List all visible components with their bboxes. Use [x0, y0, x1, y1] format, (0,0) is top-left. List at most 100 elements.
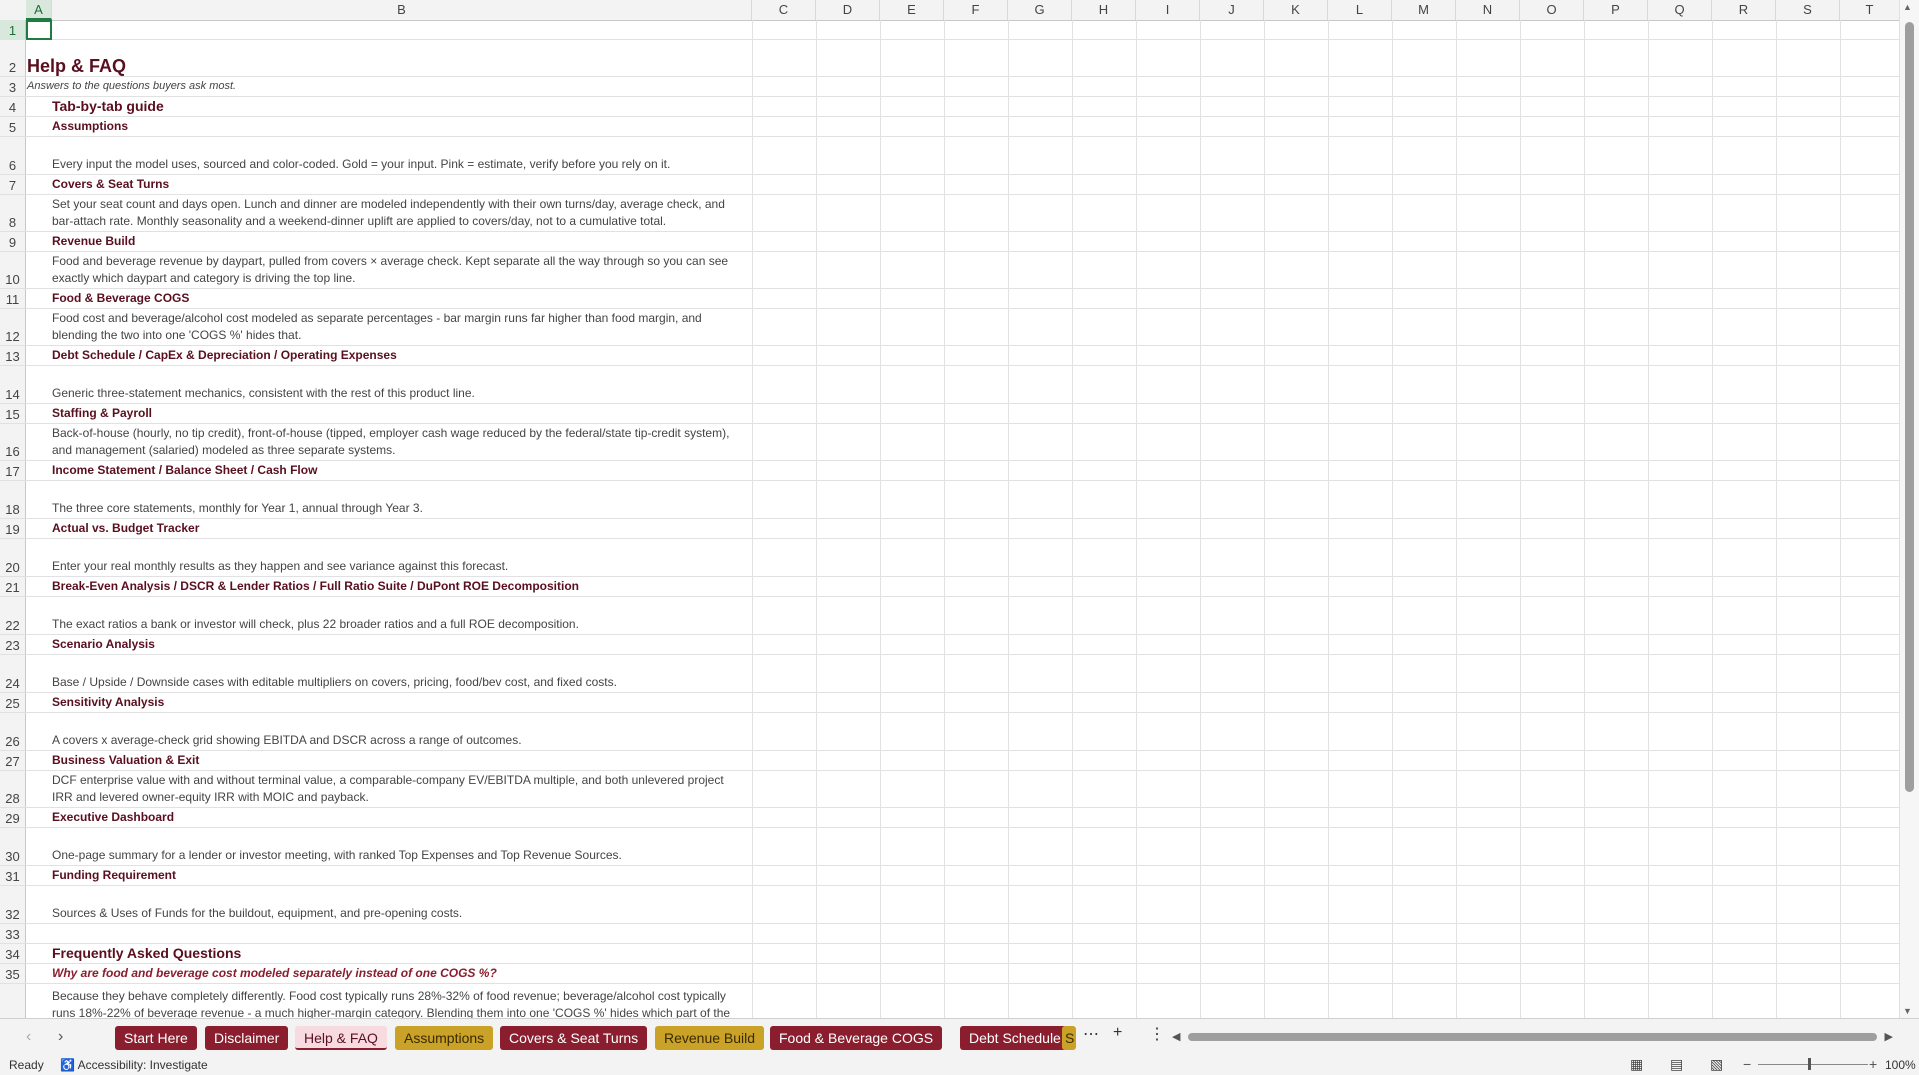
column-header-q[interactable]: Q — [1648, 0, 1712, 20]
guide-tab-description[interactable]: The three core statements, monthly for Y… — [52, 500, 752, 517]
row-header[interactable]: 22 — [0, 597, 26, 634]
row-header[interactable]: 5 — [0, 117, 26, 136]
column-header-t[interactable]: T — [1840, 0, 1900, 20]
column-header-p[interactable]: P — [1584, 0, 1648, 20]
guide-tab-description[interactable]: Food cost and beverage/alcohol cost mode… — [52, 310, 752, 344]
sheet-title[interactable]: Help & FAQ — [27, 57, 727, 75]
sheet-tab[interactable]: Covers & Seat Turns — [500, 1026, 648, 1050]
sheet-subtitle[interactable]: Answers to the questions buyers ask most… — [27, 78, 727, 95]
column-header-h[interactable]: H — [1072, 0, 1136, 20]
row-header[interactable]: 16 — [0, 424, 26, 460]
guide-tab-description[interactable]: One-page summary for a lender or investo… — [52, 847, 752, 864]
column-header-m[interactable]: M — [1392, 0, 1456, 20]
zoom-slider[interactable] — [1758, 1064, 1868, 1065]
guide-tab-name[interactable]: Revenue Build — [52, 233, 752, 250]
normal-view-icon[interactable]: ▦ — [1630, 1056, 1643, 1073]
row-header[interactable]: 24 — [0, 655, 26, 692]
guide-tab-name[interactable]: Covers & Seat Turns — [52, 176, 752, 193]
next-sheet-icon[interactable]: › — [58, 1028, 63, 1046]
row-header[interactable]: 34 — [0, 944, 26, 963]
scroll-left-icon[interactable]: ◀ — [1172, 1030, 1180, 1043]
row-header[interactable]: 19 — [0, 519, 26, 538]
row-header[interactable]: 28 — [0, 771, 26, 807]
column-header-c[interactable]: C — [752, 0, 816, 20]
horizontal-scroll-thumb[interactable] — [1188, 1033, 1877, 1041]
row-header[interactable]: 21 — [0, 577, 26, 596]
guide-tab-description[interactable]: Base / Upside / Downside cases with edit… — [52, 674, 752, 691]
guide-tab-description[interactable]: The exact ratios a bank or investor will… — [52, 616, 752, 633]
sheet-tab[interactable]: Disclaimer — [205, 1026, 289, 1050]
row-header[interactable]: 10 — [0, 252, 26, 288]
row-header[interactable]: 12 — [0, 309, 26, 345]
row-header[interactable]: 4 — [0, 97, 26, 116]
row-header[interactable]: 14 — [0, 366, 26, 403]
row-header[interactable]: 33 — [0, 924, 26, 943]
guide-tab-name[interactable]: Scenario Analysis — [52, 636, 752, 653]
column-header-s[interactable]: S — [1776, 0, 1840, 20]
scroll-right-icon[interactable]: ▶ — [1885, 1030, 1893, 1043]
row-header[interactable]: 35 — [0, 964, 26, 983]
sheet-tab[interactable]: Start Here — [115, 1026, 197, 1050]
guide-tab-description[interactable]: Generic three-statement mechanics, consi… — [52, 385, 752, 402]
sheet-tab[interactable]: Food & Beverage COGS — [770, 1026, 943, 1050]
zoom-in-icon[interactable]: + — [1869, 1056, 1877, 1072]
guide-tab-name[interactable]: Sensitivity Analysis — [52, 694, 752, 711]
guide-tab-name[interactable]: Food & Beverage COGS — [52, 290, 752, 307]
guide-tab-description[interactable]: Back-of-house (hourly, no tip credit), f… — [52, 425, 752, 459]
accessibility-status[interactable]: ♿ Accessibility: Investigate — [60, 1058, 208, 1072]
row-header[interactable]: 13 — [0, 346, 26, 365]
guide-tab-description[interactable]: Sources & Uses of Funds for the buildout… — [52, 905, 752, 922]
row-header[interactable]: 7 — [0, 175, 26, 194]
zoom-slider-handle[interactable] — [1808, 1058, 1811, 1070]
row-header[interactable]: 23 — [0, 635, 26, 654]
column-header-a[interactable]: A — [26, 0, 52, 20]
row-header[interactable]: 29 — [0, 808, 26, 827]
column-header-o[interactable]: O — [1520, 0, 1584, 20]
guide-tab-name[interactable]: Assumptions — [52, 118, 752, 135]
row-header[interactable]: 30 — [0, 828, 26, 865]
row-header[interactable]: 6 — [0, 137, 26, 174]
sheet-tab[interactable]: Assumptions — [395, 1026, 494, 1050]
guide-tab-description[interactable]: Every input the model uses, sourced and … — [52, 156, 752, 173]
row-header[interactable]: 1 — [0, 20, 26, 39]
row-header[interactable]: 26 — [0, 713, 26, 750]
spreadsheet-grid[interactable]: 1 2 Help & FAQ 3 Answers to the questions bu… — [0, 20, 1900, 1018]
guide-tab-description[interactable]: DCF enterprise value with and without te… — [52, 772, 752, 806]
column-header-i[interactable]: I — [1136, 0, 1200, 20]
guide-tab-description[interactable]: Food and beverage revenue by daypart, pu… — [52, 253, 752, 287]
guide-heading[interactable]: Tab-by-tab guide — [52, 98, 752, 115]
guide-tab-description[interactable]: A covers x average-check grid showing EB… — [52, 732, 752, 749]
zoom-out-icon[interactable]: − — [1743, 1056, 1751, 1072]
row-header[interactable]: 2 — [0, 40, 26, 76]
row-header[interactable]: 17 — [0, 461, 26, 480]
column-header-n[interactable]: N — [1456, 0, 1520, 20]
guide-tab-name[interactable]: Funding Requirement — [52, 867, 752, 884]
guide-tab-name[interactable]: Business Valuation & Exit — [52, 752, 752, 769]
row-header[interactable]: 9 — [0, 232, 26, 251]
guide-tab-name[interactable]: Income Statement / Balance Sheet / Cash … — [52, 462, 752, 479]
horizontal-scrollbar[interactable]: ◀ ▶ — [1170, 1031, 1895, 1043]
column-header-d[interactable]: D — [816, 0, 880, 20]
prev-sheet-icon[interactable]: ‹ — [26, 1028, 31, 1046]
column-header-e[interactable]: E — [880, 0, 944, 20]
faq-question[interactable]: Why are food and beverage cost modeled s… — [52, 965, 752, 982]
guide-tab-name[interactable]: Staffing & Payroll — [52, 405, 752, 422]
row-header[interactable]: 32 — [0, 886, 26, 923]
sheet-options-icon[interactable]: ⋮ — [1149, 1024, 1165, 1044]
guide-tab-description[interactable]: Enter your real monthly results as they … — [52, 558, 752, 575]
scroll-up-icon[interactable]: ▲ — [1903, 2, 1912, 12]
row-header[interactable]: 20 — [0, 539, 26, 576]
sheet-tab[interactable]: Debt Schedule — [960, 1026, 1070, 1050]
guide-tab-name[interactable]: Debt Schedule / CapEx & Depreciation / O… — [52, 347, 752, 364]
column-header-j[interactable]: J — [1200, 0, 1264, 20]
guide-tab-name[interactable]: Actual vs. Budget Tracker — [52, 520, 752, 537]
row-header[interactable]: 11 — [0, 289, 26, 308]
column-header-r[interactable]: R — [1712, 0, 1776, 20]
row-header[interactable]: 15 — [0, 404, 26, 423]
sheet-tab[interactable]: Help & FAQ — [295, 1026, 387, 1050]
guide-tab-name[interactable]: Executive Dashboard — [52, 809, 752, 826]
row-header[interactable]: 8 — [0, 195, 26, 231]
vertical-scrollbar[interactable]: ▲ ▼ — [1899, 0, 1919, 1018]
row-header[interactable]: 25 — [0, 693, 26, 712]
column-header-b[interactable]: B — [52, 0, 752, 20]
